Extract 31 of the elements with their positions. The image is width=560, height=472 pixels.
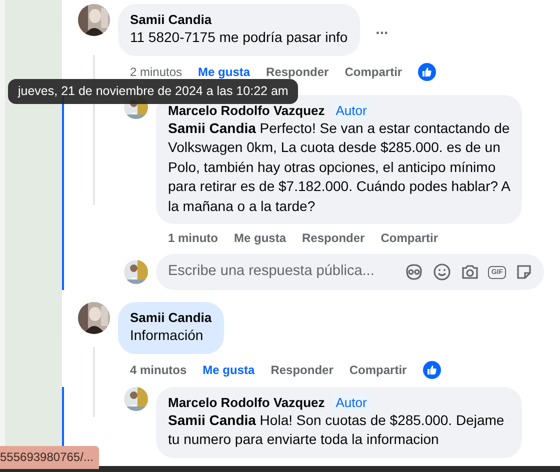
- emoji-icon[interactable]: [432, 262, 452, 282]
- author-badge: Autor: [332, 102, 370, 118]
- author-name[interactable]: Marcelo Rodolfo Vazquez: [168, 102, 325, 118]
- reply-text: Samii Candia Perfecto! Se van a estar contactando de Volkswagen 0km, La cuota desde $285.000. es de un Polo, también hay otras opciones, el anticipo mínimo para retirar es de $7.182.000. Cuándo podes hablar? A la mañana o a la tarde?: [168, 118, 510, 216]
- camera-icon[interactable]: [460, 262, 480, 282]
- like-link[interactable]: Me gusta: [198, 64, 250, 80]
- avatar-sticker-icon[interactable]: [404, 262, 424, 282]
- more-options-button[interactable]: ...: [376, 18, 388, 41]
- timestamp-link[interactable]: 2 minutos: [130, 64, 182, 80]
- avatar[interactable]: [78, 4, 110, 36]
- author-badge: Autor: [332, 394, 370, 410]
- author-name[interactable]: Marcelo Rodolfo Vazquez: [168, 394, 325, 410]
- share-link[interactable]: Compartir: [349, 362, 407, 378]
- date-tooltip: jueves, 21 de noviembre de 2024 a las 10:22 am: [8, 79, 298, 104]
- sticker-icon[interactable]: [514, 262, 534, 282]
- share-link[interactable]: Compartir: [344, 64, 402, 80]
- reply-link[interactable]: Responder: [302, 230, 365, 246]
- reply-link[interactable]: Responder: [270, 362, 334, 378]
- timestamp-link[interactable]: 1 minuto: [168, 230, 218, 246]
- author-name[interactable]: Samii Candia: [130, 309, 212, 326]
- author-name[interactable]: Samii Candia: [130, 11, 348, 28]
- comment-text: 11 5820-7175 me podría pasar info: [130, 28, 348, 47]
- reply-link[interactable]: Responder: [266, 64, 329, 80]
- reply-text: Samii Candia Hola! Son cuotas de $285.000. Dejame tu numero para enviarte toda la informacion: [168, 410, 506, 449]
- timestamp-link[interactable]: 4 minutos: [130, 362, 187, 378]
- status-url: 555693980765/...: [0, 446, 100, 469]
- like-link[interactable]: Me gusta: [234, 230, 286, 246]
- comment-text: Información: [130, 326, 204, 345]
- avatar[interactable]: [78, 302, 110, 334]
- like-link[interactable]: Me gusta: [202, 362, 255, 378]
- share-link[interactable]: Compartir: [380, 230, 438, 246]
